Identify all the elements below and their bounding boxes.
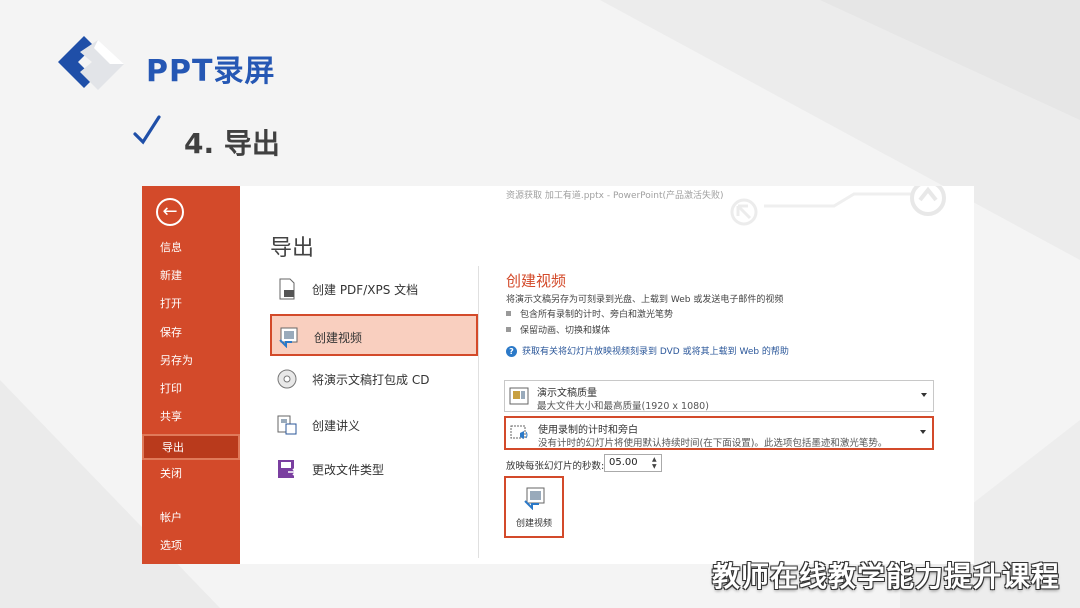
option-package-cd[interactable]: 将演示文稿打包成 CD (270, 358, 478, 400)
window-title: 资源获取 加工有道.pptx - PowerPoint(产品激活失败) (506, 191, 724, 201)
handout-icon (277, 415, 297, 435)
create-video-button-label: 创建视频 (515, 519, 552, 529)
nav-item-export[interactable]: 导出 (142, 434, 240, 460)
option-label: 创建 PDF/XPS 文档 (312, 283, 419, 297)
create-video-description: 将演示文稿另存为可刻录到光盘、上载到 Web 或发送电子邮件的视频 (506, 295, 784, 305)
video-icon (279, 327, 298, 348)
watermark-caption: 教师在线教学能力提升课程 (711, 560, 1060, 593)
checkmark-icon (133, 115, 161, 145)
pdf-doc-icon (279, 278, 295, 300)
nav-item-print[interactable]: 打印 (142, 377, 240, 401)
slide-subtitle: 4. 导出 (184, 127, 280, 160)
timing-narration-icon (510, 425, 528, 439)
quality-detail: 最大文件大小和最高质量(1920 x 1080) (537, 401, 709, 412)
export-main: 资源获取 加工有道.pptx - PowerPoint(产品激活失败) 导出 创… (240, 186, 974, 564)
logo-icon (58, 36, 124, 90)
nav-item-open[interactable]: 打开 (142, 292, 240, 316)
quality-title: 演示文稿质量 (537, 388, 597, 399)
export-heading: 导出 (270, 236, 315, 261)
help-icon: ? (506, 346, 517, 357)
nav-item-options[interactable]: 选项 (142, 534, 240, 558)
panel-divider (478, 266, 479, 558)
quality-dropdown[interactable]: 演示文稿质量 最大文件大小和最高质量(1920 x 1080) (504, 380, 934, 412)
video-icon (524, 487, 545, 510)
nav-item-share[interactable]: 共享 (142, 405, 240, 429)
nav-item-close[interactable]: 关闭 (142, 462, 240, 486)
spin-down-icon[interactable]: ▼ (652, 464, 660, 470)
option-label: 创建讲义 (312, 419, 361, 433)
option-label: 创建视频 (314, 331, 363, 345)
change-type-icon (278, 460, 298, 478)
help-link-text: 获取有关将幻灯片放映视频刻录到 DVD 或将其上载到 Web 的帮助 (522, 347, 789, 357)
option-create-pdf[interactable]: 创建 PDF/XPS 文档 (270, 268, 478, 310)
nav-item-new[interactable]: 新建 (142, 264, 240, 288)
nav-item-info[interactable]: 信息 (142, 236, 240, 260)
seconds-per-slide-label: 放映每张幻灯片的秒数: (506, 461, 605, 472)
create-video-title: 创建视频 (506, 272, 567, 290)
presentation-quality-icon (509, 387, 529, 405)
option-create-handouts[interactable]: 创建讲义 (270, 404, 478, 446)
powerpoint-export-screenshot: ← 信息 新建 打开 保存 另存为 打印 共享 导出 关闭 帐户 选项 资源获取… (142, 186, 974, 564)
option-create-video[interactable]: 创建视频 (270, 314, 478, 356)
timing-narration-dropdown[interactable]: 使用录制的计时和旁白 没有计时的幻灯片将使用默认持续时间(在下面设置)。此选项包… (504, 416, 934, 450)
feature-bullet: 保留动画、切换和媒体 (506, 323, 610, 336)
option-change-file-type[interactable]: 更改文件类型 (270, 448, 478, 490)
help-link[interactable]: ? 获取有关将幻灯片放映视频刻录到 DVD 或将其上载到 Web 的帮助 (506, 344, 789, 357)
title-decoration-icon (730, 186, 946, 226)
feature-bullet: 包含所有录制的计时、旁白和激光笔势 (506, 307, 673, 320)
nav-item-save[interactable]: 保存 (142, 321, 240, 345)
backstage-nav: ← 信息 新建 打开 保存 另存为 打印 共享 导出 关闭 帐户 选项 (142, 186, 240, 564)
option-label: 将演示文稿打包成 CD (312, 373, 430, 387)
timing-detail: 没有计时的幻灯片将使用默认持续时间(在下面设置)。此选项包括墨迹和激光笔势。 (538, 438, 888, 449)
create-video-button[interactable]: 创建视频 (504, 476, 564, 538)
dropdown-arrow-icon (921, 393, 927, 397)
nav-item-save-as[interactable]: 另存为 (142, 349, 240, 373)
cd-icon (277, 369, 297, 389)
back-arrow-icon[interactable]: ← (156, 198, 184, 226)
timing-title: 使用录制的计时和旁白 (538, 425, 638, 436)
nav-item-account[interactable]: 帐户 (142, 506, 240, 530)
seconds-per-slide-input[interactable]: 05.00 ▲ ▼ (604, 454, 662, 472)
slide-title: PPT录屏 (146, 54, 276, 89)
option-label: 更改文件类型 (312, 463, 385, 477)
seconds-value: 05.00 (609, 457, 638, 468)
dropdown-arrow-icon (920, 430, 926, 434)
